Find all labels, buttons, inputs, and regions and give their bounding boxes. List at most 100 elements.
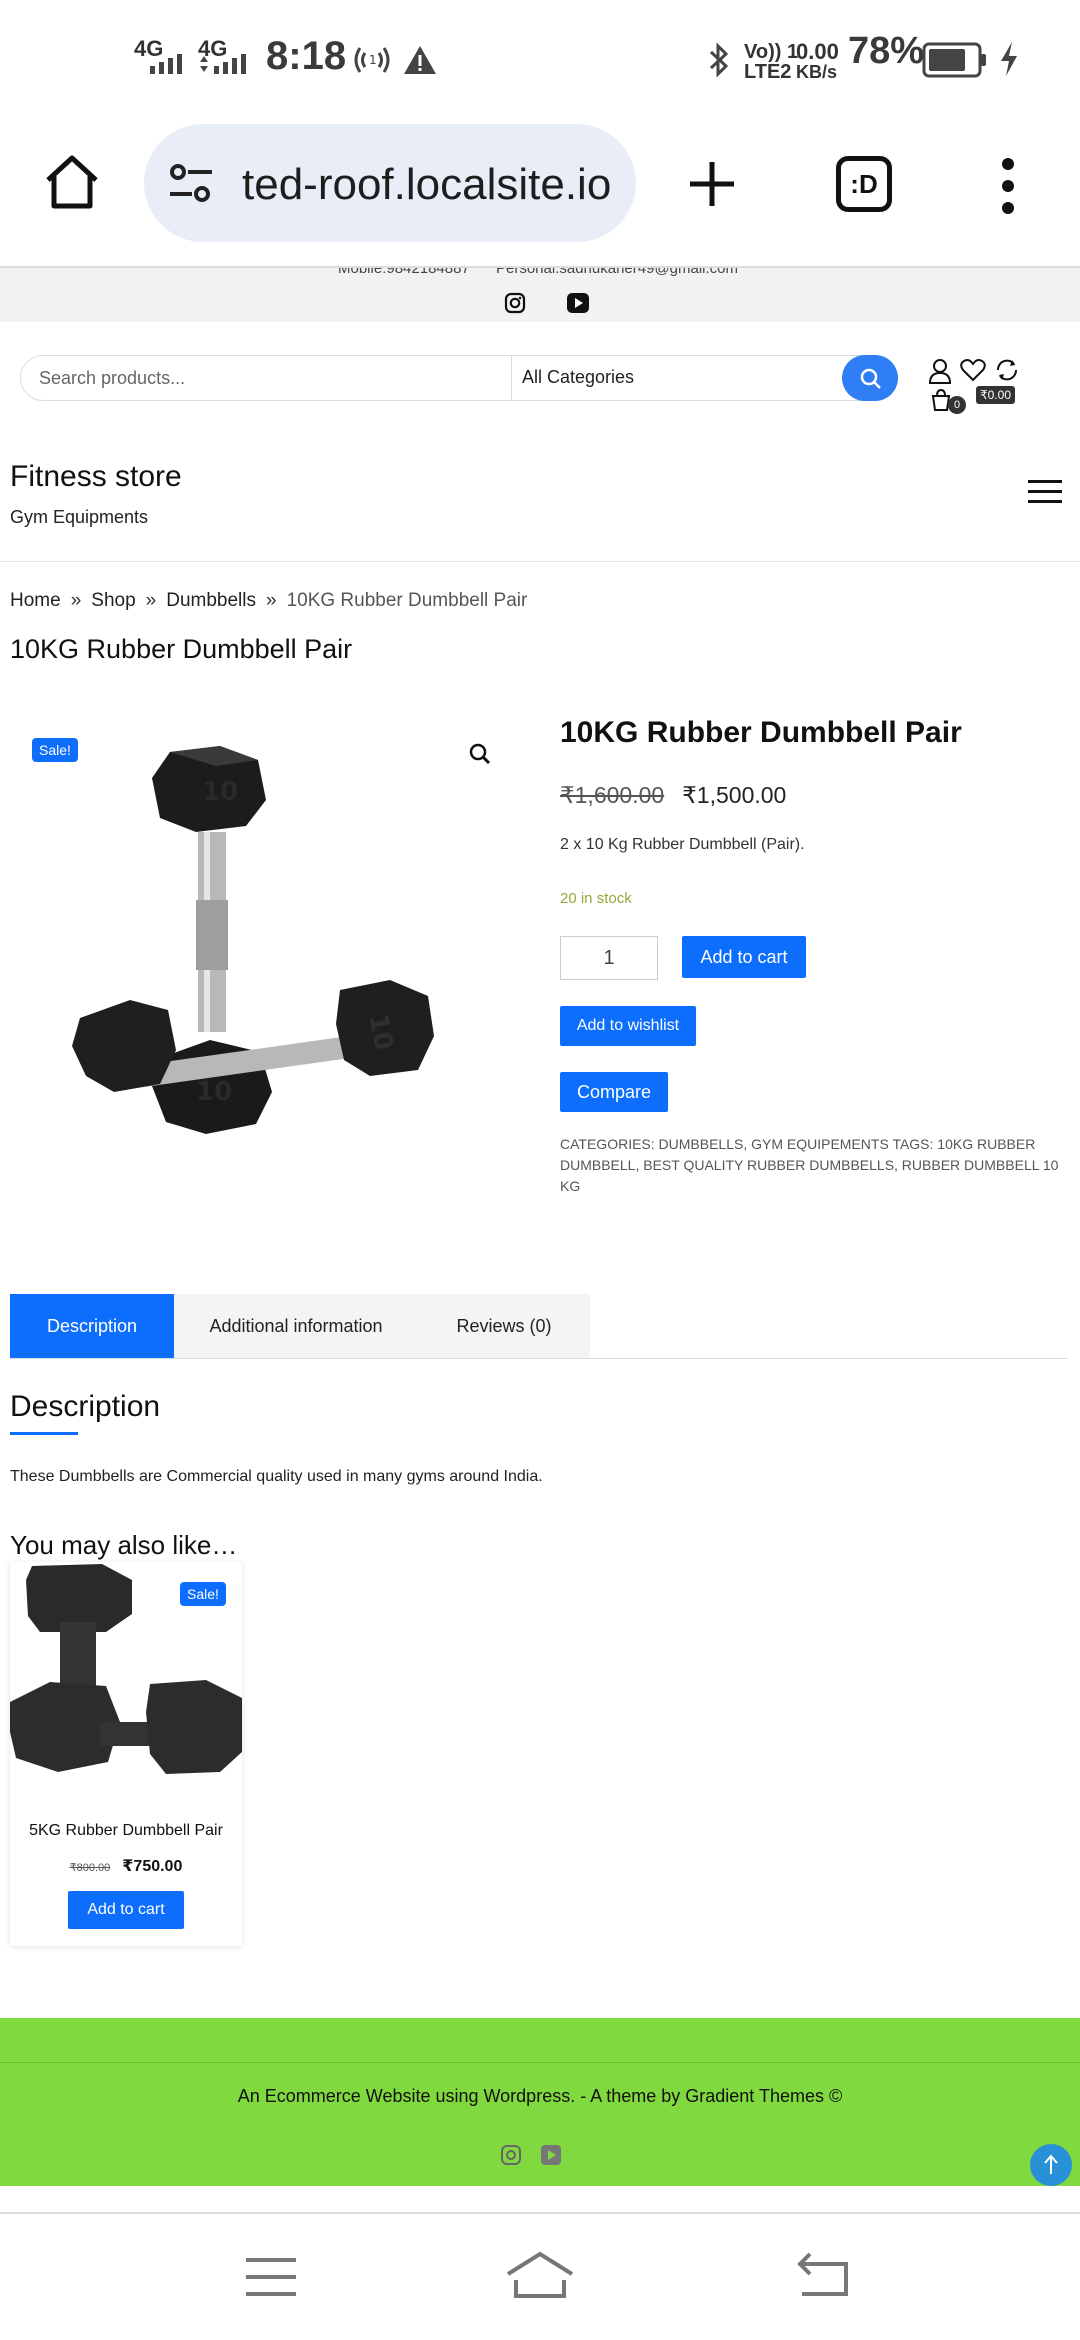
url-text[interactable]: ted-roof.localsite.io <box>242 160 611 210</box>
tab-description[interactable]: Description <box>10 1294 174 1358</box>
email-contact: Personal:sadhukaner49@gmail.com <box>496 268 739 277</box>
breadcrumb-separator-icon: » <box>70 590 82 611</box>
product-tabs: Description Additional information Revie… <box>10 1294 590 1358</box>
cart-total-badge[interactable]: ₹0.00 <box>976 386 1015 404</box>
product-search-form: All Categories <box>20 355 898 401</box>
site-settings-icon[interactable] <box>168 160 216 208</box>
new-tab-icon[interactable] <box>686 158 738 210</box>
recent-apps-icon[interactable] <box>244 2256 298 2298</box>
net-speed-unit: KB/s <box>796 62 838 82</box>
product-image[interactable]: 10 10 10 <box>10 720 520 1200</box>
account-icon[interactable] <box>928 358 952 384</box>
volte-label: Vo)) 1 <box>744 41 799 63</box>
tab-reviews[interactable]: Reviews (0) <box>418 1294 590 1358</box>
mobile-contact: Mobile:9842184887 <box>338 268 470 277</box>
more-menu-icon[interactable] <box>996 156 1020 216</box>
home-icon[interactable] <box>42 152 102 212</box>
status-bar: 4G 4G 8:18 1 Vo)) 1 LTE2 0.00 KB/s 78% <box>0 0 1080 120</box>
svg-text:10: 10 <box>196 1077 232 1107</box>
browser-toolbar: ted-roof.localsite.io :D <box>0 120 1080 268</box>
dumbbell-pair-image: 10 10 10 <box>72 746 434 1134</box>
footer-credit: An Ecommerce Website using Wordpress. - … <box>237 2086 843 2106</box>
clock: 8:18 <box>266 34 347 78</box>
related-sale-price: ₹750.00 <box>122 1858 183 1875</box>
page-title: 10KG Rubber Dumbbell Pair <box>10 634 353 664</box>
system-navigation-bar <box>0 2216 1080 2340</box>
header-icons: 0 ₹0.00 <box>924 354 1044 416</box>
tabs-divider <box>10 1358 1068 1359</box>
breadcrumb-separator-icon: » <box>265 590 277 611</box>
battery-icon <box>922 42 986 78</box>
product-price: ₹1,600.00 ₹1,500.00 <box>560 782 786 809</box>
related-sale-badge: Sale! <box>180 1582 226 1606</box>
product-meta: Categories: Dumbbells, Gym Equipements T… <box>560 1134 1060 1197</box>
svg-text:10: 10 <box>362 1012 398 1053</box>
net-speed-value: 0.00 <box>796 39 839 64</box>
warning-icon <box>404 46 436 74</box>
svg-text:10: 10 <box>202 777 238 807</box>
cart-count-badge: 0 <box>948 396 966 414</box>
breadcrumb-current: 10KG Rubber Dumbbell Pair <box>286 590 528 611</box>
breadcrumb-separator-icon: » <box>145 590 157 611</box>
wishlist-icon[interactable] <box>960 358 986 382</box>
related-product-price: ₹800.00 ₹750.00 <box>10 1856 242 1876</box>
site-tagline: Gym Equipments <box>10 507 149 527</box>
zoom-icon[interactable] <box>468 742 492 766</box>
contact-strip: Mobile:9842184887 Personal:sadhukaner49@… <box>0 268 1080 322</box>
footer-divider <box>0 2062 1080 2063</box>
header-divider <box>0 561 1080 562</box>
add-to-cart-button[interactable]: Add to cart <box>682 936 806 978</box>
instagram-icon[interactable] <box>504 292 526 314</box>
category-select-value: All Categories <box>522 367 635 387</box>
site-title[interactable]: Fitness store <box>10 460 182 494</box>
description-text: These Dumbbells are Commercial quality u… <box>10 1468 543 1485</box>
stock-status: 20 in stock <box>560 890 632 907</box>
hotspot-icon: 1 <box>354 47 390 73</box>
product-sale-price: ₹1,500.00 <box>682 782 787 808</box>
sale-badge: Sale! <box>32 738 78 762</box>
compare-button[interactable]: Compare <box>560 1072 668 1112</box>
quantity-input[interactable]: 1 <box>560 936 658 980</box>
compare-icon[interactable] <box>994 358 1020 382</box>
category-select[interactable]: All Categories <box>511 356 861 400</box>
bluetooth-icon <box>709 42 729 78</box>
back-nav-icon[interactable] <box>796 2252 852 2298</box>
signal-1-icon <box>150 54 182 74</box>
home-nav-icon[interactable] <box>504 2250 576 2300</box>
related-old-price: ₹800.00 <box>69 1862 111 1874</box>
search-input[interactable] <box>39 356 519 400</box>
product-short-description: 2 x 10 Kg Rubber Dumbbell (Pair). <box>560 836 805 853</box>
svg-text:1: 1 <box>369 53 377 67</box>
product-meta-line-2: DUMBBELL, BEST QUALITY RUBBER DUMBBELLS,… <box>560 1157 1059 1194</box>
signal-2-icon <box>200 54 246 74</box>
breadcrumb-home[interactable]: Home <box>10 590 61 611</box>
lte-label: LTE2 <box>744 61 792 83</box>
battery-percent: 78% <box>848 30 925 72</box>
breadcrumb-dumbbells[interactable]: Dumbbells <box>166 590 256 611</box>
charging-icon <box>1001 42 1017 76</box>
search-button[interactable] <box>842 355 898 401</box>
tab-switcher-button[interactable]: :D <box>836 156 892 212</box>
product-meta-line-1: Categories: Dumbbells, Gym Equipements T… <box>560 1136 1036 1152</box>
related-product-card[interactable]: Sale! <box>10 1562 242 1946</box>
youtube-icon[interactable] <box>540 2144 562 2166</box>
breadcrumb: Home » Shop » Dumbbells » 10KG Rubber Dumbbell… <box>10 590 527 612</box>
related-product-name[interactable]: 5KG Rubber Dumbbell Pair <box>10 1822 242 1840</box>
address-bar[interactable]: ted-roof.localsite.io <box>144 124 636 242</box>
related-add-to-cart-button[interactable]: Add to cart <box>68 1891 184 1929</box>
youtube-icon[interactable] <box>566 292 590 314</box>
back-to-top-button[interactable] <box>1030 2144 1072 2186</box>
description-underline <box>10 1432 78 1435</box>
related-heading: You may also like… <box>10 1530 238 1560</box>
instagram-icon[interactable] <box>500 2144 522 2166</box>
menu-toggle-icon[interactable] <box>1028 480 1062 506</box>
search-icon <box>860 368 881 389</box>
description-heading: Description <box>10 1390 161 1423</box>
product-title: 10KG Rubber Dumbbell Pair <box>560 716 962 749</box>
footer-gap <box>0 2186 1080 2214</box>
arrow-up-icon <box>1044 2154 1058 2174</box>
breadcrumb-shop[interactable]: Shop <box>91 590 135 611</box>
product-old-price: ₹1,600.00 <box>560 782 665 808</box>
tab-additional-information[interactable]: Additional information <box>174 1294 418 1358</box>
add-to-wishlist-button[interactable]: Add to wishlist <box>560 1006 696 1046</box>
